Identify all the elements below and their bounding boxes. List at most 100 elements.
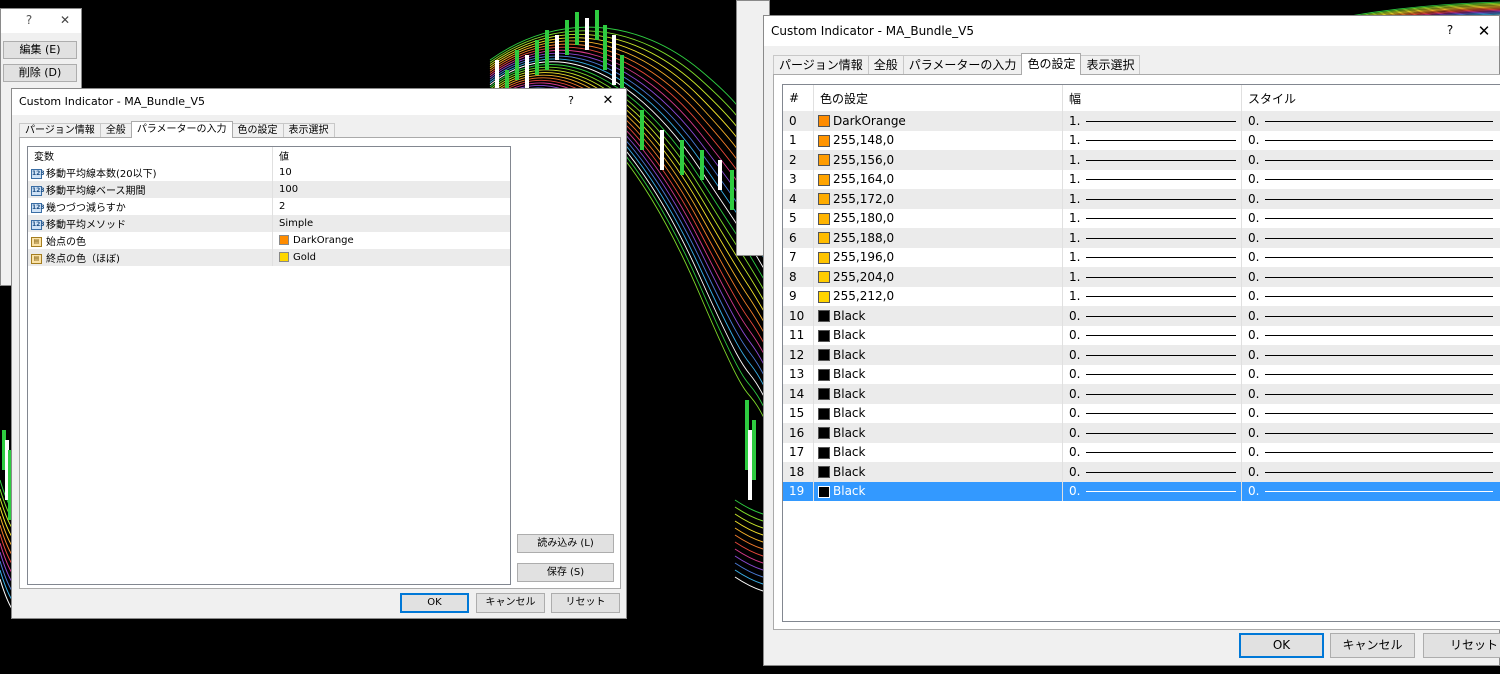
color-cell[interactable]: Black [813, 325, 1063, 345]
color-cell[interactable]: 255,156,0 [813, 150, 1063, 170]
color-cell[interactable]: Black [813, 462, 1063, 482]
ok-button[interactable]: OK [1239, 633, 1324, 658]
style-cell[interactable]: 0. [1242, 462, 1500, 482]
reset-button[interactable]: リセット [1423, 633, 1500, 658]
tab-visualization[interactable]: 表示選択 [1080, 55, 1141, 75]
color-cell[interactable]: Black [813, 345, 1063, 365]
load-button[interactable]: 読み込み (L) [517, 534, 614, 553]
width-cell[interactable]: 0. [1062, 345, 1242, 365]
color-cell[interactable]: 255,196,0 [813, 247, 1063, 267]
parameter-row[interactable]: 123幾つづつ減らすか 2 [28, 198, 510, 215]
tab-input-parameters[interactable]: パラメーターの入力 [130, 121, 233, 138]
tab-input-parameters[interactable]: パラメーターの入力 [902, 55, 1023, 75]
parameter-row[interactable]: ▤ 始点の色 DarkOrange [28, 232, 510, 249]
width-cell[interactable]: 1. [1062, 228, 1242, 248]
color-row-selected[interactable]: 19 Black 0. 0. [783, 481, 1500, 502]
color-row[interactable]: 12 Black 0. 0. [783, 345, 1500, 365]
style-cell[interactable]: 0. [1242, 287, 1500, 307]
width-cell[interactable]: 0. [1062, 462, 1242, 482]
parameter-value[interactable]: Gold [273, 249, 511, 266]
color-row[interactable]: 18 Black 0. 0. [783, 462, 1500, 482]
color-row[interactable]: 5 255,180,0 1. 0. [783, 208, 1500, 229]
color-cell[interactable]: Black [813, 403, 1063, 423]
parameter-value[interactable]: 10 [273, 164, 511, 181]
style-cell[interactable]: 0. [1242, 443, 1500, 463]
delete-button[interactable]: 削除 (D) [3, 64, 77, 82]
close-icon[interactable]: ✕ [1473, 22, 1495, 40]
width-cell[interactable]: 0. [1062, 364, 1242, 384]
style-cell[interactable]: 0. [1242, 209, 1500, 229]
tab-version-info[interactable]: パージョン情報 [19, 123, 101, 138]
width-cell[interactable]: 1. [1062, 247, 1242, 267]
column-header-index[interactable]: # [783, 85, 814, 111]
tab-general[interactable]: 全般 [99, 123, 132, 138]
color-cell[interactable]: DarkOrange [813, 111, 1063, 131]
color-row[interactable]: 2 255,156,0 1. 0. [783, 150, 1500, 170]
style-cell[interactable]: 0. [1242, 228, 1500, 248]
color-cell[interactable]: 255,212,0 [813, 286, 1063, 306]
width-cell[interactable]: 1. [1062, 111, 1242, 131]
style-cell[interactable]: 0. [1242, 150, 1500, 170]
width-cell[interactable]: 0. [1062, 403, 1242, 423]
color-row[interactable]: 6 255,188,0 1. 0. [783, 228, 1500, 248]
column-header-variable[interactable]: 変数 [28, 147, 273, 164]
color-cell[interactable]: 255,204,0 [813, 267, 1063, 287]
color-cell[interactable]: 255,188,0 [813, 228, 1063, 248]
color-row[interactable]: 9 255,212,0 1. 0. [783, 286, 1500, 307]
width-cell[interactable]: 0. [1062, 442, 1242, 462]
style-cell[interactable]: 0. [1242, 267, 1500, 287]
width-cell[interactable]: 0. [1062, 384, 1242, 404]
style-cell[interactable]: 0. [1242, 345, 1500, 365]
color-cell[interactable]: 255,172,0 [813, 189, 1063, 209]
save-button[interactable]: 保存 (S) [517, 563, 614, 582]
cancel-button[interactable]: キャンセル [476, 593, 545, 613]
parameter-row[interactable]: 123移動平均線ベース期間 100 [28, 181, 510, 198]
width-cell[interactable]: 1. [1062, 267, 1242, 287]
style-cell[interactable]: 0. [1242, 189, 1500, 209]
style-cell[interactable]: 0. [1242, 306, 1500, 326]
style-cell[interactable]: 0. [1242, 404, 1500, 424]
color-cell[interactable]: 255,164,0 [813, 169, 1063, 189]
color-cell[interactable]: 255,148,0 [813, 130, 1063, 150]
color-row[interactable]: 17 Black 0. 0. [783, 442, 1500, 463]
close-icon[interactable]: ✕ [598, 93, 618, 108]
color-cell[interactable]: Black [813, 481, 1063, 501]
parameter-row[interactable]: 123移動平均線本数(20以下) 10 [28, 164, 510, 181]
width-cell[interactable]: 1. [1062, 130, 1242, 150]
tab-version-info[interactable]: パージョン情報 [773, 55, 869, 75]
width-cell[interactable]: 0. [1062, 325, 1242, 345]
parameter-value[interactable]: 2 [273, 198, 511, 215]
width-cell[interactable]: 1. [1062, 286, 1242, 306]
reset-button[interactable]: リセット [551, 593, 620, 613]
tab-colors[interactable]: 色の設定 [1021, 53, 1082, 75]
color-row[interactable]: 16 Black 0. 0. [783, 423, 1500, 443]
tab-colors[interactable]: 色の設定 [231, 123, 284, 138]
color-row[interactable]: 3 255,164,0 1. 0. [783, 169, 1500, 190]
width-cell[interactable]: 1. [1062, 189, 1242, 209]
width-cell[interactable]: 0. [1062, 481, 1242, 501]
style-cell[interactable]: 0. [1242, 170, 1500, 190]
color-row[interactable]: 11 Black 0. 0. [783, 325, 1500, 345]
ok-button[interactable]: OK [400, 593, 469, 613]
width-cell[interactable]: 0. [1062, 423, 1242, 443]
parameter-row[interactable]: 123移動平均メソッド Simple [28, 215, 510, 232]
width-cell[interactable]: 1. [1062, 169, 1242, 189]
color-row[interactable]: 15 Black 0. 0. [783, 403, 1500, 424]
help-icon[interactable]: ? [21, 13, 37, 27]
style-cell[interactable]: 0. [1242, 482, 1500, 502]
width-cell[interactable]: 0. [1062, 306, 1242, 326]
color-row[interactable]: 1 255,148,0 1. 0. [783, 130, 1500, 150]
color-row[interactable]: 0 DarkOrange 1. 0. [783, 111, 1500, 131]
color-cell[interactable]: Black [813, 423, 1063, 443]
help-icon[interactable]: ? [562, 94, 580, 107]
color-cell[interactable]: Black [813, 384, 1063, 404]
help-icon[interactable]: ? [1441, 23, 1459, 37]
close-icon[interactable]: ✕ [57, 13, 73, 27]
parameter-value[interactable]: 100 [273, 181, 511, 198]
parameter-row[interactable]: ▤ 終点の色（ほぼ) Gold [28, 249, 510, 266]
parameter-value[interactable]: DarkOrange [273, 232, 511, 249]
style-cell[interactable]: 0. [1242, 384, 1500, 404]
column-header-value[interactable]: 値 [273, 147, 511, 164]
style-cell[interactable]: 0. [1242, 423, 1500, 443]
column-header-style[interactable]: スタイル [1242, 85, 1500, 111]
